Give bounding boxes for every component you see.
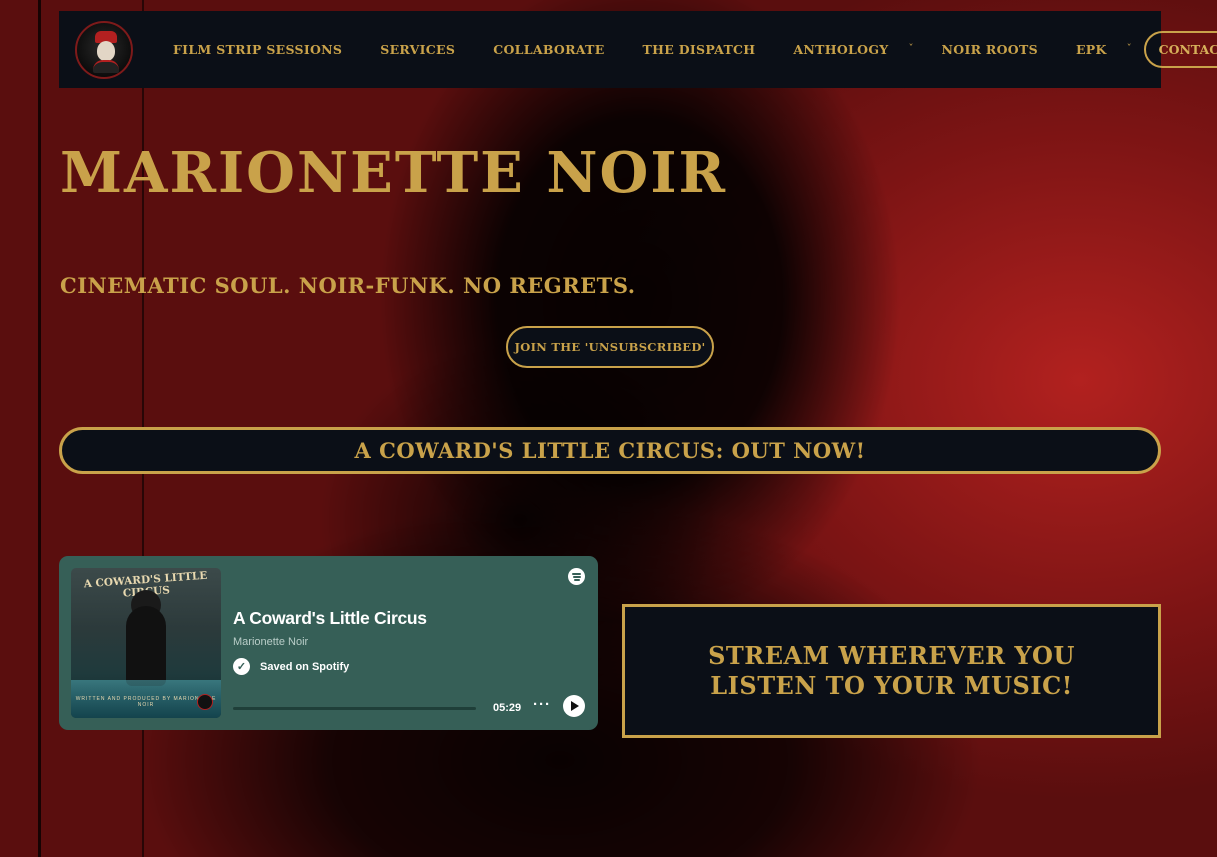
track-duration: 05:29 <box>493 702 522 714</box>
playback-progress-bar[interactable] <box>233 707 476 710</box>
logo-face-shape <box>97 40 115 61</box>
nav-item-anthology[interactable]: ANTHOLOGY <box>793 42 888 57</box>
join-unsubscribed-button[interactable]: JOIN THE 'UNSUBSCRIBED' <box>506 326 714 368</box>
nav-item-services[interactable]: SERVICES <box>380 42 455 57</box>
page-title: MARIONETTE NOIR <box>60 140 728 206</box>
nav-item-collaborate[interactable]: COLLABORATE <box>493 42 604 57</box>
site-logo[interactable] <box>75 20 133 79</box>
album-seal-icon <box>197 694 213 710</box>
album-cover[interactable]: A COWARD'S LITTLE CIRCUS WRITTEN AND PRO… <box>71 568 221 718</box>
album-figure <box>126 606 166 686</box>
saved-label: Saved on Spotify <box>260 660 350 673</box>
play-icon <box>571 701 579 711</box>
nav-item-noir-roots[interactable]: NOIR ROOTS <box>942 42 1038 57</box>
stream-callout[interactable]: STREAM WHEREVER YOU LISTEN TO YOUR MUSIC… <box>622 604 1161 738</box>
chevron-down-icon[interactable]: ˇ <box>909 44 914 55</box>
contact-button[interactable]: CONTACT <box>1143 31 1217 68</box>
top-navigation: FILM STRIP SESSIONS SERVICES COLLABORATE… <box>59 11 1217 88</box>
nav-menu: FILM STRIP SESSIONS SERVICES COLLABORATE… <box>173 11 1217 88</box>
nav-item-the-dispatch[interactable]: THE DISPATCH <box>643 42 756 57</box>
stream-callout-text: STREAM WHEREVER YOU LISTEN TO YOUR MUSIC… <box>708 641 1075 700</box>
saved-status[interactable]: ✓ Saved on Spotify <box>233 658 349 675</box>
track-title[interactable]: A Coward's Little Circus <box>233 608 427 629</box>
checkmark-icon: ✓ <box>233 658 250 675</box>
nav-item-film-strip-sessions[interactable]: FILM STRIP SESSIONS <box>173 42 342 57</box>
spotify-icon[interactable] <box>568 568 585 585</box>
chevron-down-icon[interactable]: ˇ <box>1127 44 1132 55</box>
hero-tagline: CINEMATIC SOUL. NOIR-FUNK. NO REGRETS. <box>60 273 636 298</box>
release-banner[interactable]: A COWARD'S LITTLE CIRCUS: OUT NOW! <box>59 427 1161 474</box>
nav-item-epk[interactable]: EPK <box>1076 42 1107 57</box>
spotify-embed-player: A COWARD'S LITTLE CIRCUS WRITTEN AND PRO… <box>59 556 598 730</box>
play-button[interactable] <box>563 695 585 717</box>
logo-body-shape <box>93 59 119 73</box>
track-artist[interactable]: Marionette Noir <box>233 636 308 648</box>
more-options-icon[interactable]: ··· <box>533 696 551 713</box>
background-strand <box>38 0 41 857</box>
